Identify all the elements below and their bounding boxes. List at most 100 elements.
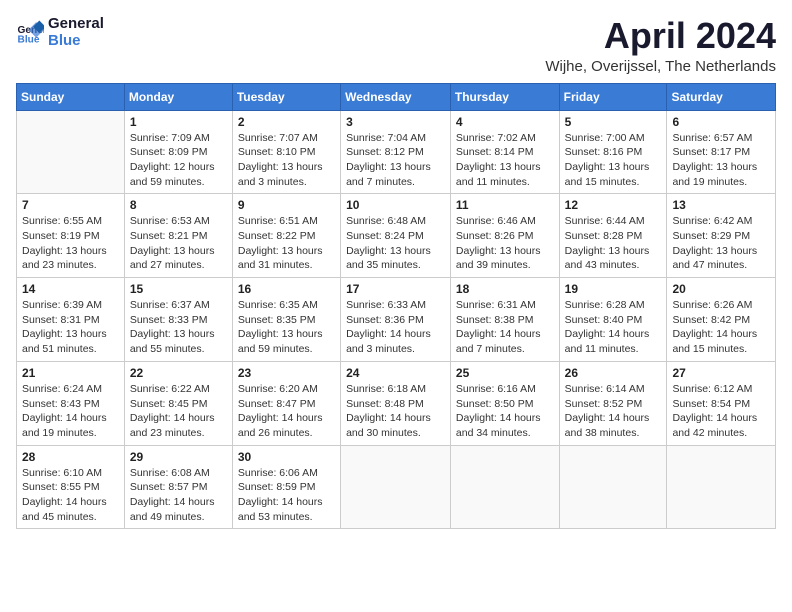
day-number: 16 xyxy=(238,282,335,296)
header-friday: Friday xyxy=(559,83,667,110)
day-number: 19 xyxy=(565,282,662,296)
cell-info: Sunrise: 6:55 AMSunset: 8:19 PMDaylight:… xyxy=(22,214,119,273)
day-number: 23 xyxy=(238,366,335,380)
logo-text-line2: Blue xyxy=(48,33,104,50)
calendar-week-row: 28Sunrise: 6:10 AMSunset: 8:55 PMDayligh… xyxy=(17,445,776,529)
calendar-cell: 10Sunrise: 6:48 AMSunset: 8:24 PMDayligh… xyxy=(341,194,451,278)
day-number: 25 xyxy=(456,366,554,380)
calendar-cell: 14 Sunrise: 6:39 AMSunset: 8:31 PMDayligh… xyxy=(17,278,125,362)
title-block: April 2024 Wijhe, Overijssel, The Nether… xyxy=(545,16,776,75)
calendar-cell: 4 Sunrise: 7:02 AMSunset: 8:14 PMDaylight… xyxy=(450,110,559,194)
cell-info: Sunrise: 7:07 AMSunset: 8:10 PMDaylight:… xyxy=(238,131,335,190)
calendar-cell: 16 Sunrise: 6:35 AMSunset: 8:35 PMDayligh… xyxy=(232,278,340,362)
cell-info: Sunrise: 7:02 AMSunset: 8:14 PMDaylight:… xyxy=(456,131,554,190)
day-number: 24 xyxy=(346,366,445,380)
day-number: 30 xyxy=(238,450,335,464)
cell-info: Sunrise: 6:26 AMSunset: 8:42 PMDaylight:… xyxy=(672,298,770,357)
cell-info: Sunrise: 6:24 AMSunset: 8:43 PMDaylight:… xyxy=(22,382,119,441)
cell-info: Sunrise: 6:22 AMSunset: 8:45 PMDaylight:… xyxy=(130,382,227,441)
cell-info: Sunrise: 6:06 AMSunset: 8:59 PMDaylight:… xyxy=(238,466,335,525)
cell-info: Sunrise: 6:33 AMSunset: 8:36 PMDaylight:… xyxy=(346,298,445,357)
page-header: General Blue General Blue April 2024 Wij… xyxy=(16,16,776,75)
header-wednesday: Wednesday xyxy=(341,83,451,110)
day-number: 4 xyxy=(456,115,554,129)
cell-info: Sunrise: 6:20 AMSunset: 8:47 PMDaylight:… xyxy=(238,382,335,441)
calendar-cell: 12 Sunrise: 6:44 AMSunset: 8:28 PMDayligh… xyxy=(559,194,667,278)
day-number: 27 xyxy=(672,366,770,380)
cell-info: Sunrise: 6:12 AMSunset: 8:54 PMDaylight:… xyxy=(672,382,770,441)
day-number: 3 xyxy=(346,115,445,129)
calendar-cell: 15 Sunrise: 6:37 AMSunset: 8:33 PMDayligh… xyxy=(124,278,232,362)
calendar-cell: 25Sunrise: 6:16 AMSunset: 8:50 PMDayligh… xyxy=(450,361,559,445)
header-monday: Monday xyxy=(124,83,232,110)
calendar-cell: 5Sunrise: 7:00 AMSunset: 8:16 PMDaylight… xyxy=(559,110,667,194)
calendar-table: SundayMondayTuesdayWednesdayThursdayFrid… xyxy=(16,83,776,530)
day-number: 22 xyxy=(130,366,227,380)
cell-info: Sunrise: 6:28 AMSunset: 8:40 PMDaylight:… xyxy=(565,298,662,357)
day-number: 18 xyxy=(456,282,554,296)
day-number: 29 xyxy=(130,450,227,464)
day-number: 12 xyxy=(565,198,662,212)
calendar-week-row: 14 Sunrise: 6:39 AMSunset: 8:31 PMDayligh… xyxy=(17,278,776,362)
day-number: 14 xyxy=(22,282,119,296)
header-thursday: Thursday xyxy=(450,83,559,110)
logo-icon: General Blue xyxy=(16,19,44,47)
cell-info: Sunrise: 6:35 AMSunset: 8:35 PMDaylight:… xyxy=(238,298,335,357)
cell-info: Sunrise: 7:00 AMSunset: 8:16 PMDaylight:… xyxy=(565,131,662,190)
header-sunday: Sunday xyxy=(17,83,125,110)
cell-info: Sunrise: 6:51 AMSunset: 8:22 PMDaylight:… xyxy=(238,214,335,273)
day-number: 15 xyxy=(130,282,227,296)
calendar-cell: 18 Sunrise: 6:31 AMSunset: 8:38 PMDayligh… xyxy=(450,278,559,362)
calendar-cell: 19 Sunrise: 6:28 AMSunset: 8:40 PMDayligh… xyxy=(559,278,667,362)
cell-info: Sunrise: 6:46 AMSunset: 8:26 PMDaylight:… xyxy=(456,214,554,273)
calendar-cell: 2Sunrise: 7:07 AMSunset: 8:10 PMDaylight… xyxy=(232,110,340,194)
calendar-cell: 7 Sunrise: 6:55 AMSunset: 8:19 PMDaylight… xyxy=(17,194,125,278)
day-number: 1 xyxy=(130,115,227,129)
calendar-week-row: 7 Sunrise: 6:55 AMSunset: 8:19 PMDaylight… xyxy=(17,194,776,278)
calendar-cell: 20 Sunrise: 6:26 AMSunset: 8:42 PMDayligh… xyxy=(667,278,776,362)
day-number: 8 xyxy=(130,198,227,212)
calendar-cell: 9Sunrise: 6:51 AMSunset: 8:22 PMDaylight… xyxy=(232,194,340,278)
day-number: 7 xyxy=(22,198,119,212)
calendar-cell xyxy=(17,110,125,194)
calendar-cell: 6 Sunrise: 6:57 AMSunset: 8:17 PMDaylight… xyxy=(667,110,776,194)
calendar-cell: 1Sunrise: 7:09 AMSunset: 8:09 PMDaylight… xyxy=(124,110,232,194)
cell-info: Sunrise: 6:10 AMSunset: 8:55 PMDaylight:… xyxy=(22,466,119,525)
calendar-cell: 21 Sunrise: 6:24 AMSunset: 8:43 PMDayligh… xyxy=(17,361,125,445)
calendar-cell: 17 Sunrise: 6:33 AMSunset: 8:36 PMDayligh… xyxy=(341,278,451,362)
cell-info: Sunrise: 6:37 AMSunset: 8:33 PMDaylight:… xyxy=(130,298,227,357)
cell-info: Sunrise: 7:04 AMSunset: 8:12 PMDaylight:… xyxy=(346,131,445,190)
main-title: April 2024 xyxy=(545,16,776,56)
calendar-cell xyxy=(559,445,667,529)
cell-info: Sunrise: 6:42 AMSunset: 8:29 PMDaylight:… xyxy=(672,214,770,273)
calendar-cell: 22 Sunrise: 6:22 AMSunset: 8:45 PMDayligh… xyxy=(124,361,232,445)
day-number: 11 xyxy=(456,198,554,212)
logo-text-line1: General xyxy=(48,16,104,33)
calendar-cell xyxy=(450,445,559,529)
calendar-cell xyxy=(667,445,776,529)
calendar-cell: 24 Sunrise: 6:18 AMSunset: 8:48 PMDayligh… xyxy=(341,361,451,445)
cell-info: Sunrise: 6:18 AMSunset: 8:48 PMDaylight:… xyxy=(346,382,445,441)
cell-info: Sunrise: 6:39 AMSunset: 8:31 PMDaylight:… xyxy=(22,298,119,357)
subtitle: Wijhe, Overijssel, The Netherlands xyxy=(545,58,776,75)
cell-info: Sunrise: 6:44 AMSunset: 8:28 PMDaylight:… xyxy=(565,214,662,273)
cell-info: Sunrise: 6:14 AMSunset: 8:52 PMDaylight:… xyxy=(565,382,662,441)
calendar-week-row: 1Sunrise: 7:09 AMSunset: 8:09 PMDaylight… xyxy=(17,110,776,194)
day-number: 20 xyxy=(672,282,770,296)
calendar-cell: 13 Sunrise: 6:42 AMSunset: 8:29 PMDayligh… xyxy=(667,194,776,278)
day-number: 17 xyxy=(346,282,445,296)
calendar-cell: 30 Sunrise: 6:06 AMSunset: 8:59 PMDayligh… xyxy=(232,445,340,529)
cell-info: Sunrise: 6:48 AMSunset: 8:24 PMDaylight:… xyxy=(346,214,445,273)
day-number: 13 xyxy=(672,198,770,212)
header-tuesday: Tuesday xyxy=(232,83,340,110)
calendar-cell: 28Sunrise: 6:10 AMSunset: 8:55 PMDayligh… xyxy=(17,445,125,529)
logo: General Blue General Blue xyxy=(16,16,104,49)
day-number: 21 xyxy=(22,366,119,380)
cell-info: Sunrise: 6:57 AMSunset: 8:17 PMDaylight:… xyxy=(672,131,770,190)
day-number: 6 xyxy=(672,115,770,129)
calendar-header-row: SundayMondayTuesdayWednesdayThursdayFrid… xyxy=(17,83,776,110)
calendar-cell: 11 Sunrise: 6:46 AMSunset: 8:26 PMDayligh… xyxy=(450,194,559,278)
cell-info: Sunrise: 6:08 AMSunset: 8:57 PMDaylight:… xyxy=(130,466,227,525)
cell-info: Sunrise: 6:31 AMSunset: 8:38 PMDaylight:… xyxy=(456,298,554,357)
day-number: 26 xyxy=(565,366,662,380)
